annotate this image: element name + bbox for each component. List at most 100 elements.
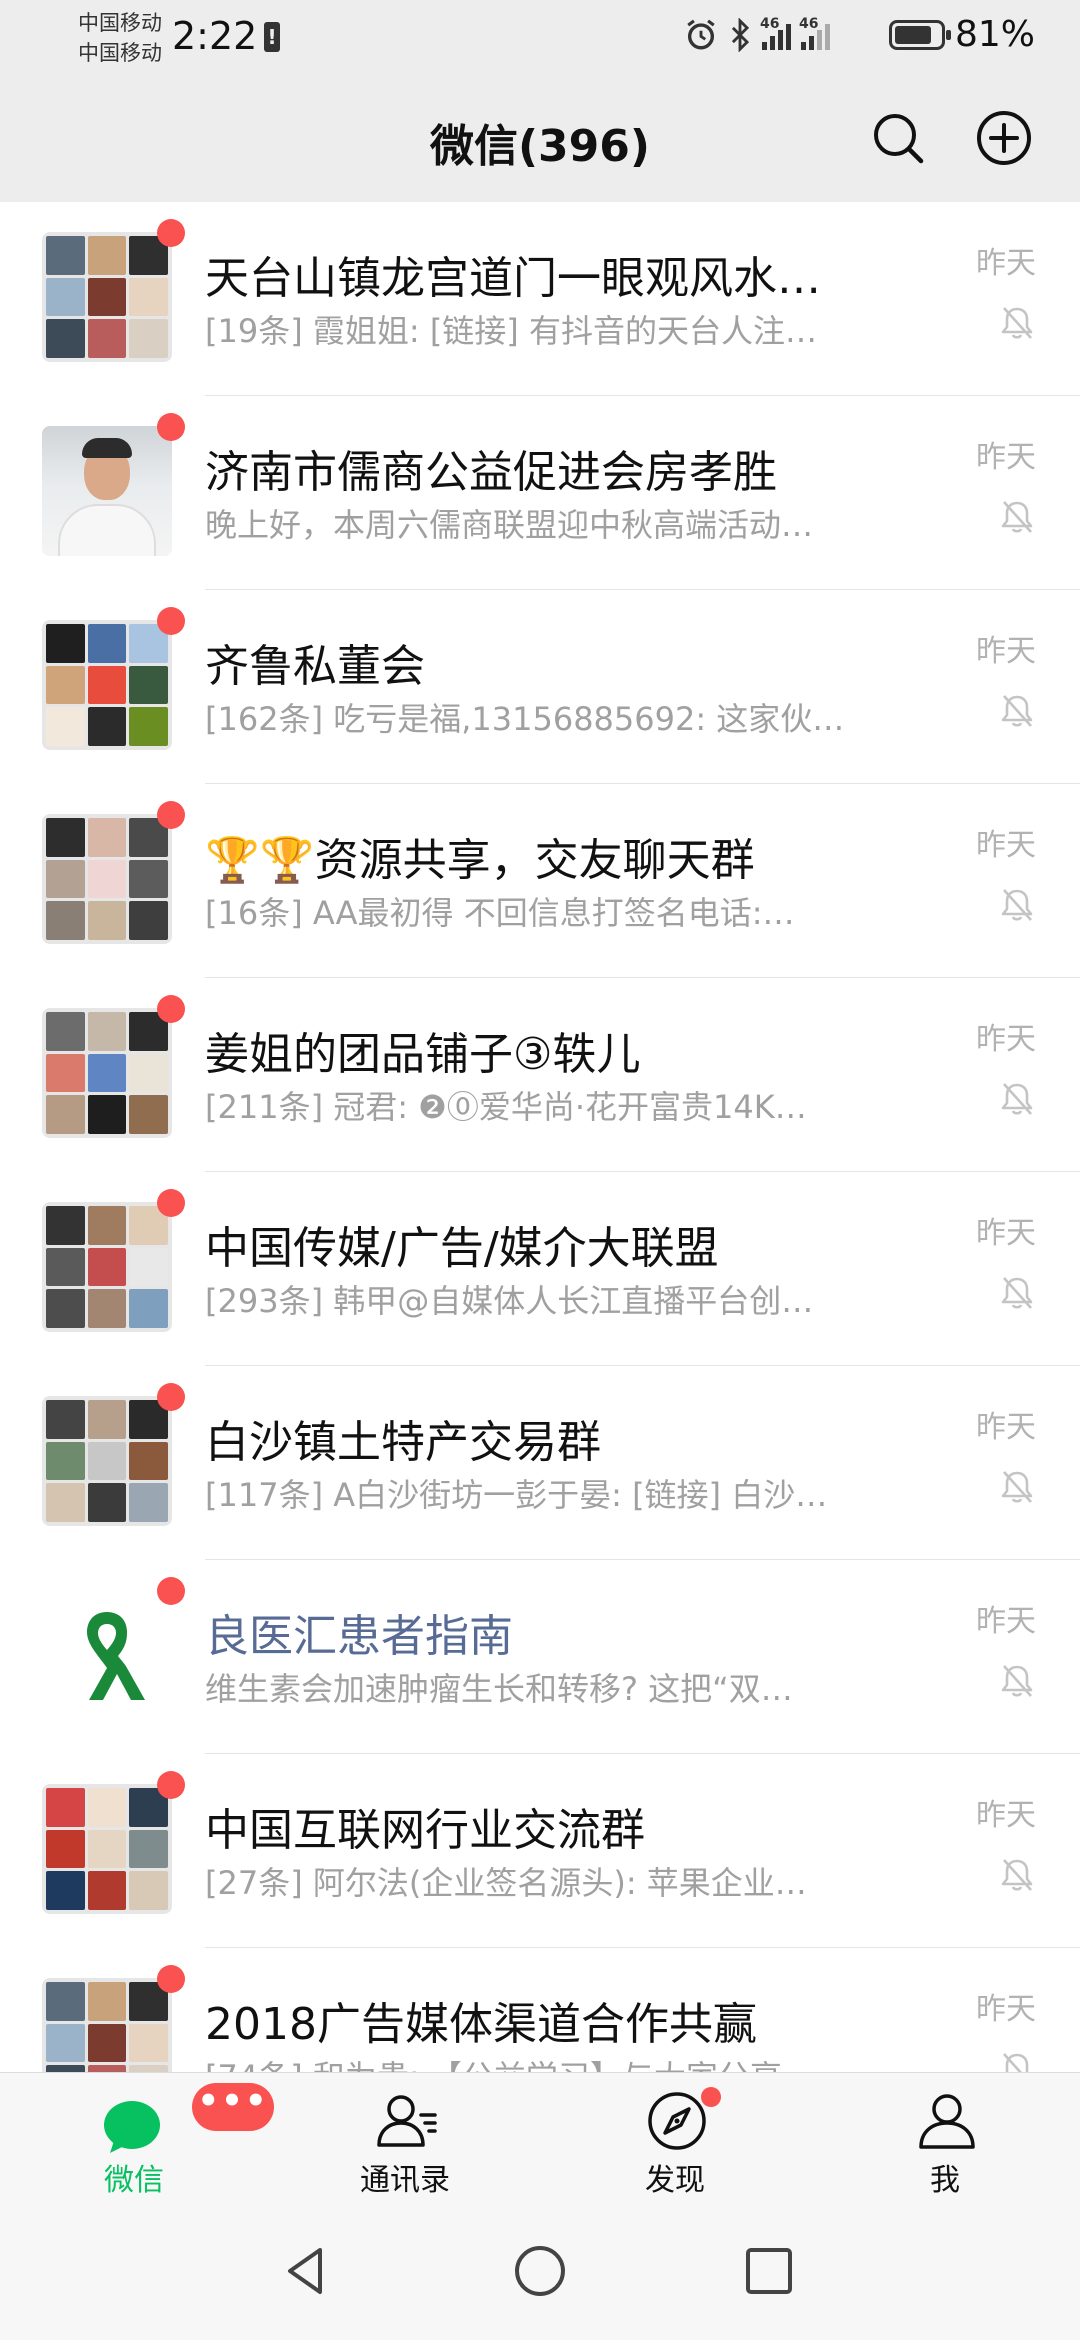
member-thumbnail bbox=[87, 1247, 127, 1287]
chat-bubble-icon bbox=[104, 2101, 160, 2153]
member-thumbnail bbox=[87, 319, 127, 358]
chat-preview: [74条] 和为贵: 【公益学习】与大家分享… bbox=[205, 2052, 865, 2072]
status-icons: 46 46 bbox=[684, 16, 830, 52]
battery-fill bbox=[895, 26, 931, 44]
member-thumbnail bbox=[129, 665, 168, 705]
plus-circle-icon[interactable] bbox=[974, 108, 1034, 168]
top-bar: 微信(396) bbox=[0, 80, 1080, 202]
member-thumbnail bbox=[129, 1247, 168, 1287]
tab-chats-label: 微信 bbox=[104, 2163, 164, 2198]
chat-row[interactable]: 2018广告媒体渠道合作共赢[74条] 和为贵: 【公益学习】与大家分享… 昨天 bbox=[0, 1948, 1080, 2072]
member-thumbnail bbox=[46, 859, 85, 899]
chat-name: 济南市儒商公益促进会房孝胜 bbox=[205, 447, 777, 498]
unread-dot bbox=[157, 219, 185, 247]
member-thumbnail bbox=[46, 319, 85, 358]
chat-list[interactable]: 天台山镇龙宫道门一眼观风水… [19条] 霞姐姐: [链接] 有抖音的天台人注… 昨… bbox=[0, 202, 1080, 2072]
member-thumbnail bbox=[87, 277, 127, 317]
member-thumbnail bbox=[87, 1053, 127, 1093]
signal-icon: 46 bbox=[760, 16, 791, 50]
chat-time: 昨天 bbox=[976, 1604, 1036, 1639]
unread-dot bbox=[157, 1383, 185, 1411]
member-thumbnail bbox=[87, 2023, 127, 2063]
member-thumbnail bbox=[87, 818, 127, 857]
member-thumbnail bbox=[87, 624, 127, 663]
status-bar: 中国移动 中国移动 2:22 ! 46 46 81% bbox=[0, 0, 1080, 80]
chat-time: 昨天 bbox=[976, 1410, 1036, 1445]
member-thumbnail bbox=[87, 1982, 127, 2021]
member-thumbnail bbox=[129, 319, 168, 358]
chat-preview: [162条] 吃亏是福,13156885692: 这家伙… bbox=[205, 700, 845, 738]
chat-row[interactable]: 天台山镇龙宫道门一眼观风水… [19条] 霞姐姐: [链接] 有抖音的天台人注… 昨… bbox=[0, 202, 1080, 396]
member-thumbnail bbox=[87, 901, 127, 940]
chat-time: 昨天 bbox=[976, 634, 1036, 669]
chat-preview: [16条] AA最初得 不回信息打签名电话:… bbox=[205, 894, 795, 932]
chat-row[interactable]: 良医汇患者指南维生素会加速肿瘤生长和转移? 这把“双… 昨天 bbox=[0, 1560, 1080, 1754]
member-thumbnail bbox=[87, 1871, 127, 1910]
member-thumbnail bbox=[87, 1012, 127, 1051]
chat-name: 良医汇患者指南 bbox=[205, 1611, 513, 1662]
group-avatar bbox=[42, 1008, 172, 1138]
chat-row[interactable]: 中国传媒/广告/媒介大联盟 [293条] 韩甲@自媒体人长江直播平台创… 昨天 bbox=[0, 1172, 1080, 1366]
tab-discover-dot bbox=[701, 2087, 721, 2107]
chat-row[interactable]: 🏆🏆资源共享，交友聊天群 [16条] AA最初得 不回信息打签名电话:… 昨天 bbox=[0, 784, 1080, 978]
chat-row[interactable]: 姜姐的团品铺子③轶儿 [211条] 冠君: ❷⓪爱华尚·花开富贵14K… 昨天 bbox=[0, 978, 1080, 1172]
chat-row[interactable]: 济南市儒商公益促进会房孝胜 晚上好，本周六儒商联盟迎中秋高端活动… 昨天 bbox=[0, 396, 1080, 590]
chat-time: 昨天 bbox=[976, 1798, 1036, 1833]
tab-discover[interactable]: 发现 bbox=[585, 2073, 765, 2203]
group-avatar bbox=[42, 232, 172, 362]
member-thumbnail bbox=[46, 624, 85, 663]
group-avatar bbox=[42, 814, 172, 944]
carrier-1: 中国移动 bbox=[78, 11, 162, 35]
member-thumbnail bbox=[87, 1206, 127, 1245]
chat-time: 昨天 bbox=[976, 440, 1036, 475]
chat-preview: [27条] 阿尔法(企业签名源头): 苹果企业… bbox=[205, 1864, 807, 1902]
home-icon[interactable] bbox=[505, 2236, 575, 2306]
notification-alert-icon: ! bbox=[264, 22, 280, 52]
member-thumbnail bbox=[46, 1829, 85, 1869]
member-thumbnail bbox=[129, 707, 168, 746]
unread-dot bbox=[157, 1189, 185, 1217]
tab-contacts[interactable]: 通讯录 bbox=[315, 2073, 495, 2203]
carrier-labels: 中国移动 中国移动 bbox=[78, 8, 162, 68]
member-thumbnail bbox=[87, 2065, 127, 2072]
group-avatar bbox=[42, 1202, 172, 1332]
person-icon bbox=[919, 2094, 975, 2149]
chat-preview: [293条] 韩甲@自媒体人长江直播平台创… bbox=[205, 1282, 814, 1320]
chat-time: 昨天 bbox=[976, 1022, 1036, 1057]
chat-name: 白沙镇土特产交易群 bbox=[205, 1417, 601, 1468]
unread-dot bbox=[157, 413, 185, 441]
member-thumbnail bbox=[129, 1095, 168, 1134]
member-thumbnail bbox=[46, 1053, 85, 1093]
member-thumbnail bbox=[129, 2065, 168, 2072]
bottom-tab-bar: ••• 微信 通讯录 发现 我 bbox=[0, 2072, 1080, 2202]
tab-me-label: 我 bbox=[930, 2163, 960, 2198]
alarm-icon bbox=[687, 19, 715, 50]
contacts-icon bbox=[377, 2095, 437, 2147]
unread-dot bbox=[157, 1577, 185, 1605]
member-thumbnail bbox=[46, 236, 85, 275]
chat-row[interactable]: 齐鲁私董会 [162条] 吃亏是福,13156885692: 这家伙… 昨天 bbox=[0, 590, 1080, 784]
member-thumbnail bbox=[129, 1829, 168, 1869]
back-icon[interactable] bbox=[272, 2236, 342, 2306]
system-nav-bar bbox=[0, 2202, 1080, 2340]
member-thumbnail bbox=[46, 1012, 85, 1051]
member-thumbnail bbox=[87, 1289, 127, 1328]
unread-dot bbox=[157, 995, 185, 1023]
member-thumbnail bbox=[46, 1982, 85, 2021]
chat-preview: 维生素会加速肿瘤生长和转移? 这把“双… bbox=[205, 1670, 793, 1708]
member-thumbnail bbox=[46, 1206, 85, 1245]
tab-me[interactable]: 我 bbox=[855, 2073, 1035, 2203]
chat-row[interactable]: 中国互联网行业交流群 [27条] 阿尔法(企业签名源头): 苹果企业… 昨天 bbox=[0, 1754, 1080, 1948]
member-thumbnail bbox=[46, 665, 85, 705]
chat-preview: [211条] 冠君: ❷⓪爱华尚·花开富贵14K… bbox=[205, 1088, 807, 1126]
chat-row[interactable]: 白沙镇土特产交易群 [117条] A白沙街坊一彭于晏: [链接] 白沙… 昨天 bbox=[0, 1366, 1080, 1560]
tab-chats[interactable]: ••• 微信 bbox=[44, 2073, 274, 2203]
recents-icon[interactable] bbox=[734, 2236, 804, 2306]
muted-bell-icon bbox=[998, 1662, 1036, 1700]
signal-type-2: 46 bbox=[799, 16, 819, 32]
member-thumbnail bbox=[46, 1788, 85, 1827]
chat-name: 🏆🏆资源共享，交友聊天群 bbox=[205, 835, 755, 886]
chat-name: 天台山镇龙宫道门一眼观风水… bbox=[205, 253, 821, 304]
avatar bbox=[42, 426, 172, 556]
search-icon[interactable] bbox=[868, 108, 928, 168]
